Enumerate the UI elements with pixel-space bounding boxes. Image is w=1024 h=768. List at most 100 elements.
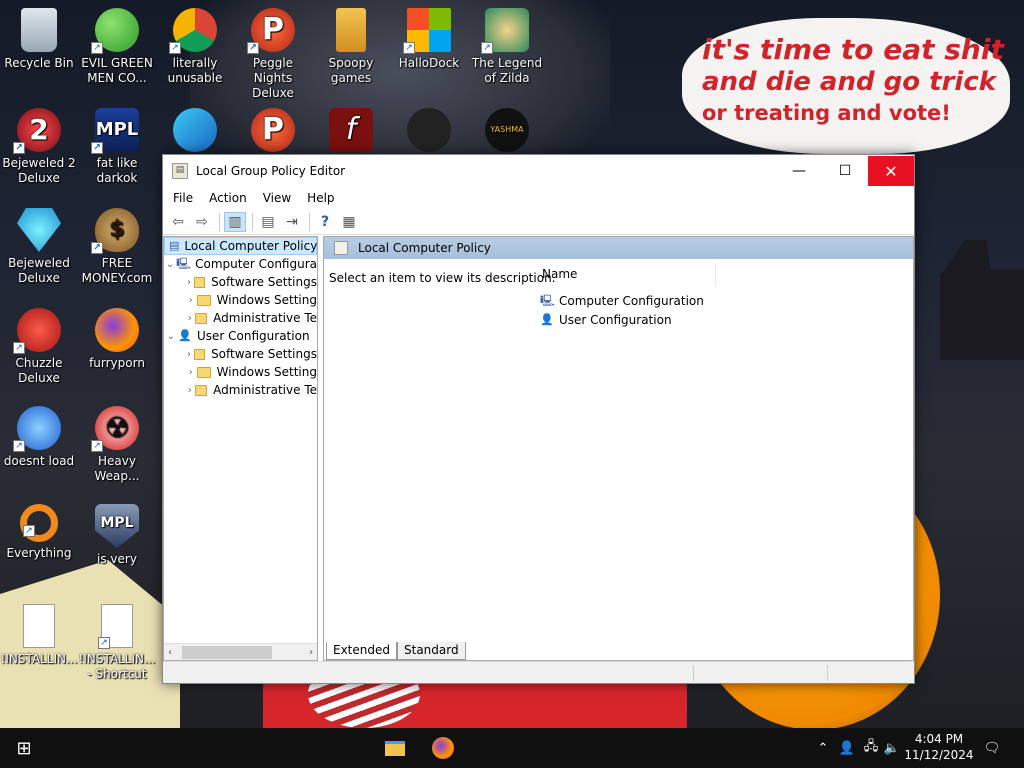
status-divider [693,665,694,681]
thunderbird-icon: ↗ [13,406,61,452]
expand-chevron-icon[interactable]: › [184,295,197,306]
desktop-icon-bejeweled2[interactable]: 2 ↗ Bejeweled 2 Deluxe [0,108,78,186]
chuzzle-icon: ↗ [13,308,61,354]
computer-icon: 🖳 [176,257,191,270]
desktop-icon-chrome[interactable]: ↗ literally unusable [156,8,234,86]
title-bar[interactable]: ▤ Local Group Policy Editor — ☐ ✕ [163,155,914,187]
desktop-icon-hallodock[interactable]: ↗ HalloDock [390,8,468,71]
desktop-icon-shortcut[interactable] [390,108,468,156]
desktop-icon-peggle-2[interactable]: P [234,108,312,156]
show-tree-icon[interactable]: ▥ [224,211,246,232]
taskbar-file-explorer[interactable] [371,728,419,768]
policy-icon: ▤ [169,239,180,252]
edge-icon [173,108,217,152]
clock-date: 11/12/2024 [904,748,974,762]
toolbar-separator [219,212,220,231]
taskbar-firefox[interactable] [419,728,467,768]
menu-bar: File Action View Help [163,187,914,209]
details-pane: Local Computer Policy Select an item to … [323,236,914,661]
menu-action[interactable]: Action [201,191,255,205]
expand-chevron-icon[interactable]: › [184,349,194,360]
desktop-icon-recycle-bin[interactable]: Recycle Bin [0,8,78,71]
menu-view[interactable]: View [255,191,299,205]
close-button[interactable]: ✕ [868,156,914,186]
collapse-chevron-icon[interactable]: ⌄ [164,331,178,342]
desktop-icon-furryporn[interactable]: furryporn [78,308,156,371]
desktop-icon-is-very[interactable]: MPL is very [78,504,156,567]
tray-people[interactable]: 👤 [836,728,858,768]
tray-volume[interactable]: 🔈 [882,728,902,768]
column-header-name[interactable]: Name [536,263,716,285]
desktop-icon-bejeweled[interactable]: Bejeweled Deluxe [0,208,78,286]
desktop-icon-thunderbird[interactable]: ↗ doesnt load [0,406,78,469]
desktop-icon-zilda[interactable]: ↗ The Legend of Zilda [468,8,546,86]
properties-icon[interactable]: ▤ [257,212,279,232]
tray-network[interactable]: 🖧 [860,728,882,768]
back-arrow-icon[interactable]: ⇦ [167,212,189,232]
folder-icon [195,384,208,396]
clock-time: 4:04 PM [914,732,964,746]
view-tabs: Extended Standard [326,642,466,660]
speech-bubble: it's time to eat shit and die and go tri… [682,18,1010,154]
tree-horizontal-scrollbar[interactable]: ‹ › [164,643,317,660]
start-button[interactable]: ⊞ [0,728,48,768]
desktop-icon-everything[interactable]: ↗ Everything [0,504,78,561]
speech-line-2: and die and go trick [702,67,997,97]
tree-item-computer-configuration[interactable]: ⌄ 🖳 Computer Configura [164,255,317,273]
help-icon[interactable]: ? [314,212,336,232]
minimize-button[interactable]: — [776,156,822,186]
menu-help[interactable]: Help [299,191,342,205]
scroll-left-icon[interactable]: ‹ [168,647,172,658]
user-icon: 👤 [178,329,192,342]
tree-item-local-computer-policy[interactable]: ▤ Local Computer Policy [164,237,317,255]
desktop-icon-fat-like-darkok[interactable]: MPL ↗ fat like darkok [78,108,156,186]
description-text: Select an item to view its description. [329,271,556,285]
desktop-icon-installing[interactable]: !INSTALLIN... [0,604,78,667]
desktop-icon-heavy-weapon[interactable]: ☢ ↗ Heavy Weap... [78,406,156,484]
tree-item-user-windows-settings[interactable]: › Windows Setting [164,363,317,381]
tree-item-computer-software-settings[interactable]: › Software Settings [164,273,317,291]
gpedit-app-icon: ▤ [172,163,188,179]
tree-item-user-software-settings[interactable]: › Software Settings [164,345,317,363]
expand-chevron-icon[interactable]: › [184,313,195,324]
toolbar: ⇦ ⇨ ▥ ▤ ⇥ ? ▦ [163,209,914,235]
windows-logo-icon: ⊞ [16,737,32,759]
maximize-button[interactable]: ☐ [822,156,868,186]
desktop-icon-peggle[interactable]: P ↗ Peggle Nights Deluxe [234,8,312,101]
action-center-button[interactable]: 🗨 [980,728,1004,768]
window-body: ▤ Local Computer Policy ⌄ 🖳 Computer Con… [163,236,914,661]
desktop-icon-free-money[interactable]: $ ↗ FREE MONEY.com [78,208,156,286]
tab-extended[interactable]: Extended [326,642,397,660]
show-hidden-icons-chevron[interactable]: ⌃ [812,728,834,768]
tree-item-computer-administrative-templates[interactable]: › Administrative Te [164,309,317,327]
desktop-icon-installing-shortcut[interactable]: ↗ !INSTALLIN... - Shortcut [78,604,156,682]
list-item-computer-configuration[interactable]: 🖳 Computer Configuration [540,291,704,310]
collapse-chevron-icon[interactable]: ⌄ [164,259,176,270]
expand-chevron-icon[interactable]: › [184,277,194,288]
expand-chevron-icon[interactable]: › [184,367,197,378]
scrollbar-thumb[interactable] [182,646,272,659]
taskbar-clock[interactable]: 4:04 PM 11/12/2024 [900,731,978,763]
menu-file[interactable]: File [165,191,201,205]
recycle-bin-icon [21,8,57,52]
chevron-up-icon: ⌃ [817,740,829,756]
tree-pane: ▤ Local Computer Policy ⌄ 🖳 Computer Con… [163,236,318,661]
desktop-icon-chuzzle[interactable]: ↗ Chuzzle Deluxe [0,308,78,386]
list-item-user-configuration[interactable]: 👤 User Configuration [540,310,704,329]
tab-standard[interactable]: Standard [397,642,466,660]
desktop-icon-flash[interactable]: f [312,108,390,156]
text-file-icon: ↗ [98,604,133,649]
tree-item-user-configuration[interactable]: ⌄ 👤 User Configuration [164,327,317,345]
show-pane-icon[interactable]: ▦ [338,212,360,232]
expand-chevron-icon[interactable]: › [184,385,195,396]
desktop-icon-evil-green-men[interactable]: ↗ EVIL GREEN MEN CO... [78,8,156,86]
tree-item-user-administrative-templates[interactable]: › Administrative Te [164,381,317,399]
desktop-icon-spoopy-games[interactable]: Spoopy games [312,8,390,86]
desktop-icon-edge[interactable] [156,108,234,156]
windows-icon: ↗ [403,8,451,54]
forward-arrow-icon[interactable]: ⇨ [191,212,213,232]
desktop-icon-yashma[interactable]: YASHMA [468,108,546,156]
export-list-icon[interactable]: ⇥ [281,212,303,232]
scroll-right-icon[interactable]: › [309,647,313,658]
tree-item-computer-windows-settings[interactable]: › Windows Setting [164,291,317,309]
